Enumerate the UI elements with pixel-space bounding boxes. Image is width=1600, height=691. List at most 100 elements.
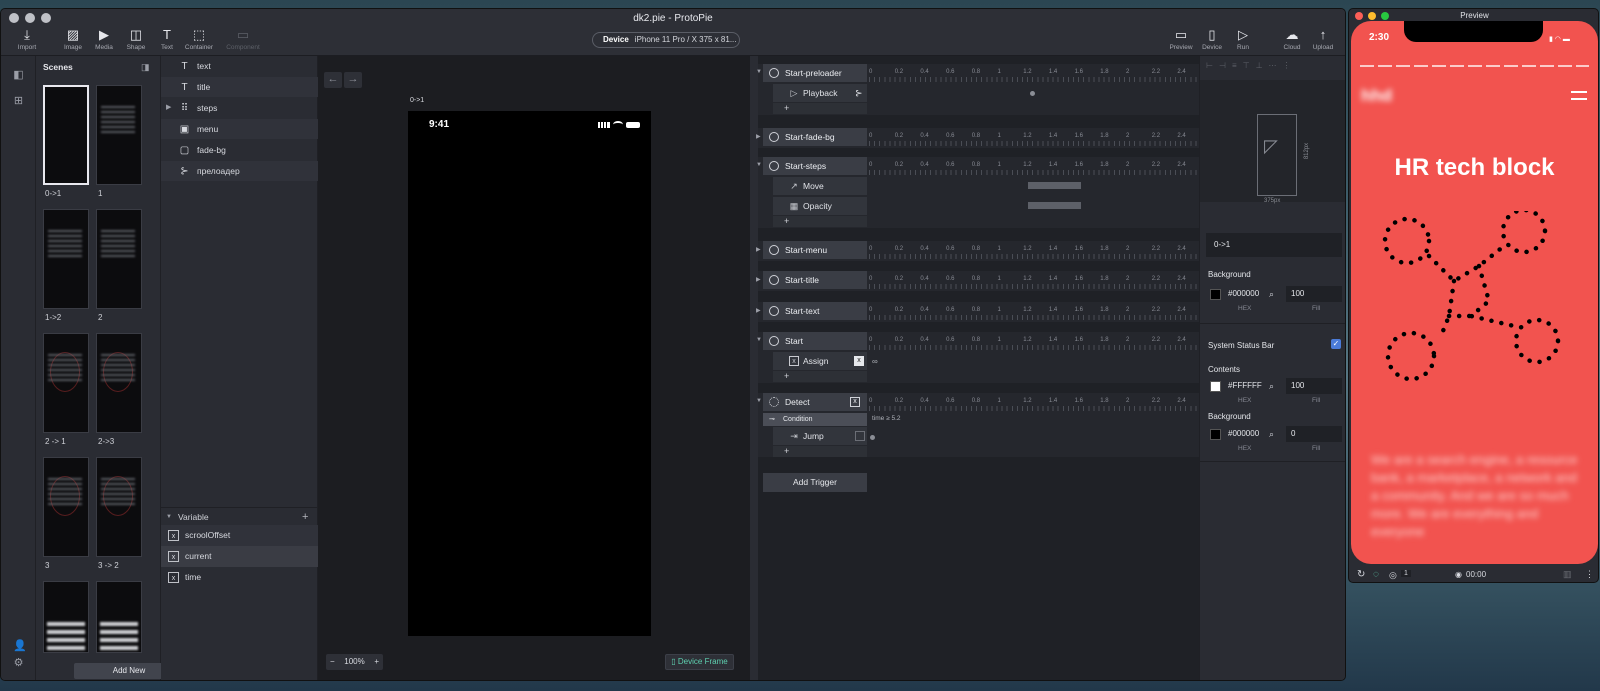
variable-item[interactable]: x scroolOffset	[161, 525, 318, 546]
response-playback[interactable]: ▷ Playback ⊱	[773, 84, 867, 102]
scene-thumb-3[interactable]	[96, 209, 142, 309]
condition-row[interactable]: ⊸ Condition	[763, 413, 867, 426]
expand-arrow-icon[interactable]: ▶	[756, 307, 762, 314]
scene-canvas[interactable]: 9:41	[408, 111, 651, 636]
collapse-arrow-icon[interactable]: ▼	[756, 337, 762, 343]
contents-color-swatch[interactable]	[1210, 381, 1221, 392]
sidebar-toggle-icon[interactable]: ◧	[13, 70, 24, 81]
more-options-icon[interactable]: ⋮	[1585, 569, 1594, 580]
variable-header[interactable]: ▼ Variable +	[161, 507, 318, 525]
response-opacity[interactable]: ▦ Opacity	[773, 197, 867, 215]
scene-thumb-6[interactable]	[43, 457, 89, 557]
scene-thumb-8[interactable]	[43, 581, 89, 653]
expand-arrow-icon[interactable]: ▶	[756, 133, 762, 140]
add-response-button[interactable]: +	[773, 103, 867, 114]
layer-item[interactable]: ▶ ⠿ steps	[161, 98, 318, 118]
scene-thumb-0[interactable]	[43, 85, 89, 185]
response-move[interactable]: ↗ Move	[773, 177, 867, 195]
add-response-button[interactable]: +	[773, 446, 867, 457]
collapse-arrow-icon[interactable]: ▼	[756, 162, 762, 168]
expand-arrow-icon[interactable]: ▶	[166, 98, 171, 118]
device-selector[interactable]: Device iPhone 11 Pro / X 375 x 81...	[592, 32, 740, 48]
distribute-h-icon[interactable]: ⋯	[1269, 61, 1277, 71]
eyedropper-icon[interactable]: ⌕	[1269, 289, 1274, 300]
align-right-icon[interactable]: ≡	[1232, 61, 1237, 71]
variable-item[interactable]: x current	[161, 546, 318, 567]
align-center-icon[interactable]: ⊣	[1219, 61, 1226, 71]
align-top-icon[interactable]: ⊤	[1243, 61, 1250, 71]
collapse-arrow-icon[interactable]: ▼	[756, 398, 762, 404]
gear-icon[interactable]: ⚙	[13, 658, 24, 669]
trigger-detect[interactable]: Detect x	[763, 393, 867, 411]
status-background-swatch[interactable]	[1210, 429, 1221, 440]
add-variable-icon[interactable]: +	[302, 508, 308, 526]
contents-fill-input[interactable]: 100	[1286, 378, 1342, 394]
user-icon[interactable]: 👤	[13, 641, 27, 652]
keyframe-dot[interactable]	[870, 435, 875, 440]
expand-arrow-icon[interactable]: ▶	[756, 246, 762, 253]
distribute-v-icon[interactable]: ⋮	[1283, 61, 1291, 71]
scene-link-icon[interactable]	[855, 431, 865, 441]
preview-zoom-select[interactable]: 1	[1401, 570, 1411, 577]
back-arrow-icon[interactable]: ←	[324, 72, 342, 88]
scene-thumb-5[interactable]	[96, 333, 142, 433]
layer-item[interactable]: Ttext	[161, 56, 318, 76]
import-button[interactable]: ⤓ Import	[7, 28, 47, 52]
add-trigger-button[interactable]: Add Trigger	[763, 473, 867, 492]
move-duration-bar[interactable]	[1028, 182, 1081, 189]
scene-thumb-2[interactable]	[43, 209, 89, 309]
scene-thumb-7[interactable]	[96, 457, 142, 557]
trigger-start-menu[interactable]: Start-menu	[763, 241, 867, 259]
background-color-swatch[interactable]	[1210, 289, 1221, 300]
container-button[interactable]: ⬚ Container	[179, 28, 219, 52]
scenes-layout-icon[interactable]: ◨	[141, 62, 150, 73]
preview-screen[interactable]: 2:30 ▮ ◠ ▬ hhd HR tech block We are a se…	[1351, 21, 1598, 564]
collapse-arrow-icon[interactable]: ▼	[166, 508, 172, 526]
zoom-in-icon[interactable]: +	[374, 654, 379, 670]
run-button[interactable]: ▷ Run	[1223, 28, 1263, 52]
scene-thumb-9[interactable]	[96, 581, 142, 653]
opacity-duration-bar[interactable]	[1028, 202, 1081, 209]
expand-arrow-icon[interactable]: ▶	[756, 276, 762, 283]
scene-name-input[interactable]: 0->1	[1206, 233, 1342, 257]
layer-item[interactable]: Ttitle	[161, 77, 318, 97]
device-mirror-icon[interactable]: ▥	[1563, 569, 1572, 580]
status-background-fill-input[interactable]: 0	[1286, 426, 1342, 442]
layer-item[interactable]: ▣ menu	[161, 119, 318, 139]
variable-item[interactable]: x time	[161, 567, 318, 588]
trigger-start-steps[interactable]: Start-steps	[763, 157, 867, 175]
formula-icon[interactable]: x	[854, 356, 864, 366]
trigger-start[interactable]: Start	[763, 332, 867, 350]
trigger-start-fade-bg[interactable]: Start-fade-bg	[763, 128, 867, 146]
touch-indicator-icon[interactable]: ◌	[1373, 569, 1379, 580]
reload-icon[interactable]: ↻	[1357, 569, 1365, 580]
layer-item[interactable]: ▢ fade-bg	[161, 140, 318, 160]
layer-item[interactable]: ⊱ прелоадер	[161, 161, 318, 181]
align-middle-icon[interactable]: ⊥	[1256, 61, 1263, 71]
background-fill-input[interactable]: 100	[1286, 286, 1342, 302]
upload-button[interactable]: ↑ Upload	[1303, 28, 1343, 52]
add-panel-icon[interactable]: ⊞	[13, 96, 24, 107]
eyedropper-icon[interactable]: ⌕	[1269, 381, 1274, 392]
keyframe-dot[interactable]	[1030, 91, 1035, 96]
response-jump[interactable]: ⇥ Jump	[773, 427, 867, 445]
canvas-area[interactable]: ← → 0->1 9:41 − 100% + ▯ Device Frame	[318, 56, 750, 680]
add-response-button[interactable]: +	[773, 216, 867, 227]
scene-thumb-4[interactable]	[43, 333, 89, 433]
trigger-start-text[interactable]: Start-text	[763, 302, 867, 320]
eyedropper-icon[interactable]: ⌕	[1269, 429, 1274, 440]
trigger-start-preloader[interactable]: Start-preloader	[763, 64, 867, 82]
component-button[interactable]: ▭ Component	[223, 28, 263, 52]
hamburger-menu-icon[interactable]	[1571, 91, 1587, 100]
align-left-icon[interactable]: ⊢	[1206, 61, 1213, 71]
zoom-out-icon[interactable]: −	[330, 654, 335, 670]
trigger-start-title[interactable]: Start-title	[763, 271, 867, 289]
zoom-value[interactable]: 100%	[344, 657, 364, 666]
response-assign[interactable]: x Assign x	[773, 352, 867, 370]
collapse-arrow-icon[interactable]: ▼	[756, 69, 762, 75]
device-frame-button[interactable]: ▯ Device Frame	[665, 654, 734, 670]
status-bar-checkbox[interactable]: ✓	[1331, 339, 1341, 349]
forward-arrow-icon[interactable]: →	[344, 72, 362, 88]
add-response-button[interactable]: +	[773, 371, 867, 382]
scene-thumb-1[interactable]	[96, 85, 142, 185]
